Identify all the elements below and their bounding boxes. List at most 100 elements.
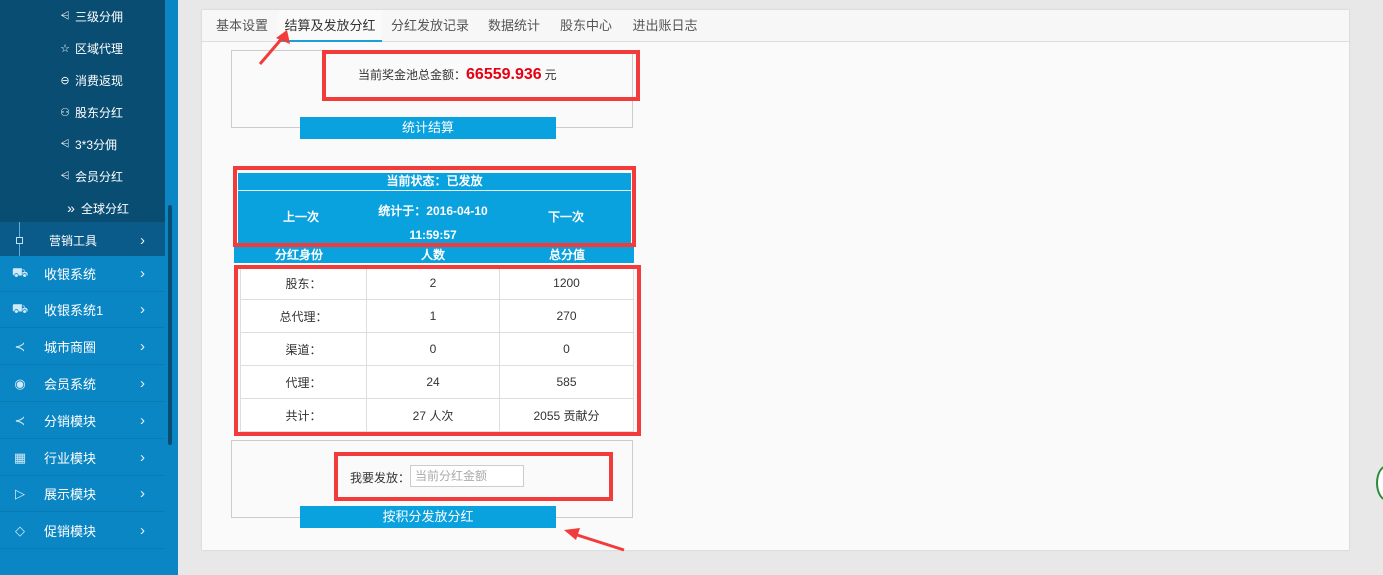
table-cell: 0 [499, 332, 634, 366]
users-icon: ⚇ [60, 106, 70, 119]
status-date-line2: 11:59:57 [409, 228, 457, 242]
sidebar-item-industry[interactable]: ▦ 行业模块 › [0, 440, 165, 476]
next-button[interactable]: 下一次 [548, 208, 584, 225]
sidebar-item-label: 营销工具 [49, 233, 98, 248]
chevron-right-icon: › [140, 338, 145, 355]
table-cell: 270 [499, 299, 634, 333]
grid-icon: ▦ [13, 449, 27, 465]
status-date: 统计于：2016-04-10 11:59:57 [368, 199, 498, 247]
table-cell: 1 [366, 299, 500, 333]
table-cell: 27 人次 [366, 398, 500, 432]
sidebar-item-shareholder-dividend[interactable]: ⚇ 股东分红 [0, 96, 165, 128]
sidebar-item-label: 城市商圈 [44, 340, 97, 355]
table-cell: 渠道： [240, 332, 367, 366]
table-header: 分红身份 人数 总分值 [234, 245, 634, 263]
sidebar-item-level3-commission[interactable]: ⩤ 三级分佣 [0, 0, 165, 32]
chevron-right-icon: › [140, 522, 145, 539]
sidebar-item-label: 3*3分佣 [75, 137, 118, 152]
sidebar-item-label: 收银系统1 [44, 303, 104, 318]
sidebar-scrollbar[interactable] [166, 0, 174, 575]
prize-pool-line: 当前奖金池总金额： 66559.936 元 [358, 66, 557, 88]
sidebar-item-city-circle[interactable]: ≺ 城市商圈 › [0, 329, 165, 365]
sidebar-item-label: 促销模块 [44, 524, 97, 539]
issue-label: 我要发放： [350, 471, 411, 485]
table-cell: 0 [366, 332, 500, 366]
table-row: 代理： 24 585 [240, 365, 634, 399]
sidebar-item-label: 三级分佣 [75, 9, 124, 24]
sidebar-item-label: 展示模块 [44, 487, 97, 502]
dividend-amount-input[interactable] [410, 465, 524, 487]
settle-button[interactable]: 统计结算 [300, 117, 556, 139]
sidebar-item-distribution[interactable]: ≺ 分销模块 › [0, 403, 165, 439]
floating-widget[interactable] [1376, 465, 1383, 501]
sidebar-item-label: 股东分红 [75, 105, 124, 120]
table-cell: 2 [366, 266, 500, 300]
table-cell: 24 [366, 365, 500, 399]
tab-statistics[interactable]: 数据统计 [482, 10, 546, 42]
sidebar-item-3x3-commission[interactable]: ⩤ 3*3分佣 [0, 128, 165, 160]
scrollbar-thumb[interactable] [168, 205, 172, 445]
sidebar-item-marketing-tools[interactable]: 营销工具 › [0, 222, 165, 258]
sidebar-item-display[interactable]: ▷ 展示模块 › [0, 476, 165, 512]
tab-bar: 基本设置 结算及发放分红 分红发放记录 数据统计 股东中心 进出账日志 [202, 10, 1349, 42]
column-header: 分红身份 [275, 248, 324, 262]
dividend-table: 股东： 2 1200 总代理： 1 270 渠道： 0 0 代理： 24 585… [240, 266, 634, 432]
sidebar-item-member-system[interactable]: ◉ 会员系统 › [0, 366, 165, 402]
issue-by-points-button[interactable]: 按积分发放分红 [300, 506, 556, 528]
prev-button[interactable]: 上一次 [283, 208, 319, 225]
org-icon: ⩤ [60, 169, 70, 182]
org-icon: ⩤ [60, 9, 70, 22]
sidebar-item-promotion[interactable]: ◇ 促销模块 › [0, 513, 165, 549]
org-icon: ⩤ [60, 137, 70, 150]
double-chevron-icon: » [67, 200, 75, 216]
tab-ledger-log[interactable]: 进出账日志 [627, 10, 703, 42]
table-cell: 2055 贡献分 [499, 398, 634, 432]
tree-node-icon [16, 237, 23, 244]
vip-icon: ◉ [14, 375, 26, 391]
prize-pool-unit: 元 [544, 68, 557, 82]
table-cell: 代理： [240, 365, 367, 399]
table-cell: 股东： [240, 266, 367, 300]
sidebar-item-label: 分销模块 [44, 414, 97, 429]
chevron-right-icon: › [140, 412, 145, 429]
sidebar-item-label: 消费返现 [75, 73, 124, 88]
sidebar-item-label: 会员分红 [75, 169, 124, 184]
share-icon: ≺ [14, 412, 26, 428]
sidebar-item-cashback[interactable]: ⊖ 消费返现 [0, 64, 165, 96]
sidebar-item-label: 行业模块 [44, 451, 97, 466]
chevron-right-icon: › [140, 265, 145, 282]
table-row: 总代理： 1 270 [240, 299, 634, 333]
table-row: 共计： 27 人次 2055 贡献分 [240, 398, 634, 432]
sidebar-item-global-dividend[interactable]: » 全球分红 [0, 192, 165, 224]
sidebar-item-member-dividend[interactable]: ⩤ 会员分红 [0, 160, 165, 192]
sidebar-item-cashier-1[interactable]: ⛟ 收银系统1 › [0, 292, 165, 328]
tab-settle-dividend[interactable]: 结算及发放分红 [278, 10, 382, 42]
table-cell: 共计： [240, 398, 367, 432]
dividend-status: 当前状态：已发放 上一次 统计于：2016-04-10 11:59:57 下一次 [238, 173, 631, 243]
status-title: 当前状态：已发放 [238, 173, 631, 191]
table-cell: 总代理： [240, 299, 367, 333]
sidebar-item-label: 全球分红 [81, 201, 130, 216]
table-row: 渠道： 0 0 [240, 332, 634, 366]
column-header: 总分值 [549, 248, 586, 262]
chevron-right-icon: › [140, 485, 145, 502]
chevron-right-icon: › [140, 449, 145, 466]
tag-icon: ◇ [15, 522, 25, 538]
tab-shareholder-center[interactable]: 股东中心 [554, 10, 618, 42]
play-icon: ▷ [15, 485, 25, 501]
share-icon: ≺ [14, 338, 26, 354]
tab-dividend-records[interactable]: 分红发放记录 [385, 10, 475, 42]
sidebar-item-label: 收银系统 [44, 267, 97, 282]
sidebar-item-cashier[interactable]: ⛟ 收银系统 › [0, 256, 165, 292]
table-cell: 585 [499, 365, 634, 399]
cart-icon: ⛟ [11, 264, 29, 280]
column-header: 人数 [421, 248, 446, 262]
cycle-icon: ⊖ [60, 74, 70, 87]
sidebar-item-label: 区域代理 [75, 41, 124, 56]
cart-icon: ⛟ [11, 300, 29, 316]
tab-basic-settings[interactable]: 基本设置 [206, 10, 278, 42]
status-date-line1: 统计于：2016-04-10 [378, 204, 488, 218]
sidebar-item-region-agent[interactable]: ☆ 区域代理 [0, 32, 165, 64]
chevron-right-icon: › [140, 301, 145, 318]
sidebar-submenu: ⩤ 三级分佣 ☆ 区域代理 ⊖ 消费返现 ⚇ 股东分红 ⩤ 3*3分佣 ⩤ 会员… [0, 0, 165, 222]
